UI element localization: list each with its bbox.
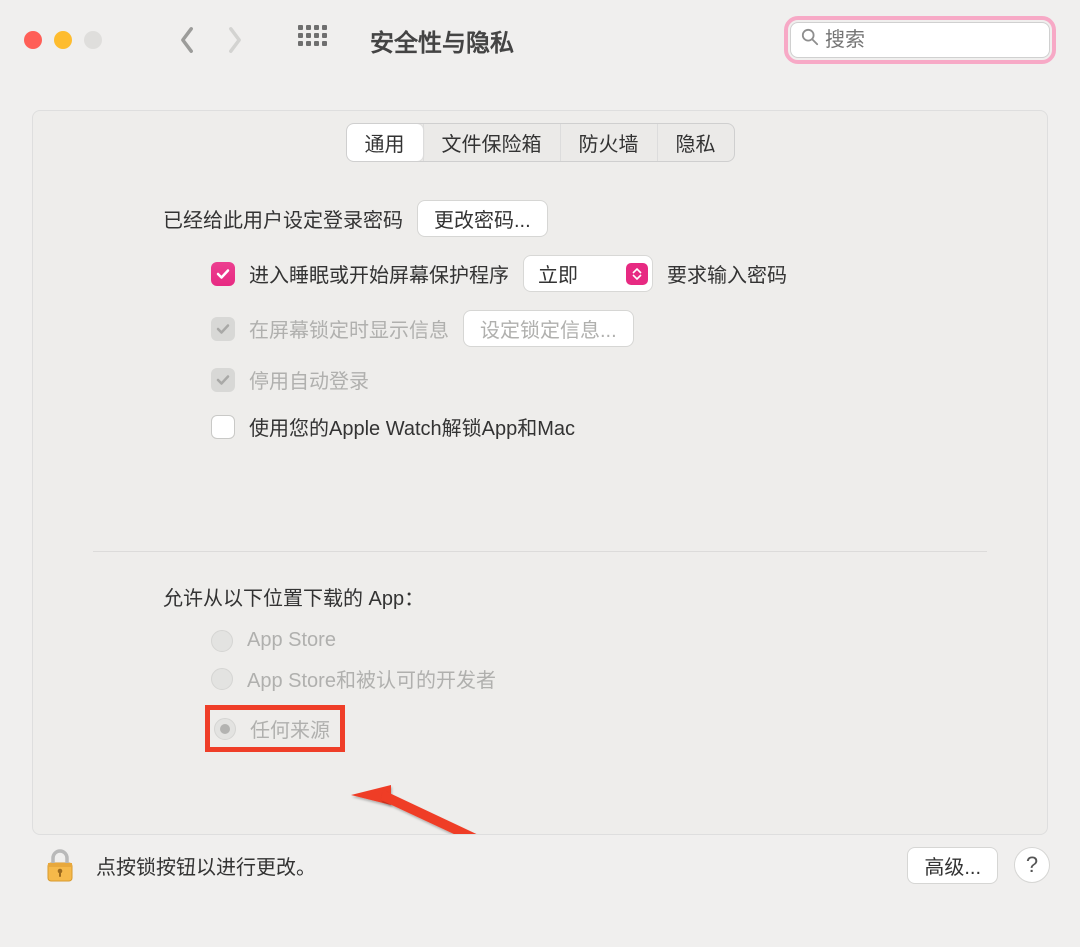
forward-button[interactable] [220, 25, 250, 55]
show-message-label: 在屏幕锁定时显示信息 [249, 314, 449, 343]
chevron-updown-icon [626, 263, 648, 285]
change-password-button[interactable]: 更改密码... [417, 200, 548, 237]
radio-anywhere-label: 任何来源 [250, 714, 330, 743]
password-set-label: 已经给此用户设定登录密码 [163, 204, 403, 233]
window-title: 安全性与隐私 [370, 23, 764, 58]
allow-apps-section: 允许从以下位置下载的 App： App Store App Store和被认可的… [33, 552, 1047, 752]
radio-app-store[interactable] [211, 630, 233, 652]
search-input[interactable] [825, 29, 1080, 52]
require-password-checkbox[interactable] [211, 262, 235, 286]
set-lock-message-button[interactable]: 设定锁定信息... [463, 310, 634, 347]
tab-general[interactable]: 通用 [347, 124, 423, 161]
advanced-button[interactable]: 高级... [907, 847, 998, 884]
lock-hint-label: 点按锁按钮以进行更改。 [96, 851, 316, 880]
allow-apps-radio-group: App Store App Store和被认可的开发者 任何来源 [163, 629, 1047, 752]
anywhere-highlight: 任何来源 [205, 705, 345, 752]
search-box[interactable] [790, 22, 1050, 58]
tab-privacy[interactable]: 隐私 [657, 124, 734, 161]
lock-icon[interactable] [40, 845, 80, 885]
tab-firewall[interactable]: 防火墙 [560, 124, 657, 161]
apple-watch-label: 使用您的Apple Watch解锁App和Mac [249, 412, 575, 441]
radio-app-store-label: App Store [247, 629, 336, 652]
back-button[interactable] [172, 25, 202, 55]
search-icon [801, 28, 819, 52]
toolbar: 安全性与隐私 [0, 0, 1080, 80]
radio-identified-developers[interactable] [211, 668, 233, 690]
window-controls [24, 31, 102, 49]
maximize-window-button[interactable] [84, 31, 102, 49]
nav-arrows [172, 25, 250, 55]
annotation-arrow [351, 785, 531, 835]
general-section: 已经给此用户设定登录密码 更改密码... 进入睡眠或开始屏幕保护程序 立即 要求… [33, 200, 1047, 441]
radio-identified-label: App Store和被认可的开发者 [247, 664, 496, 693]
disable-auto-login-label: 停用自动登录 [249, 365, 369, 394]
password-delay-value: 立即 [538, 259, 578, 288]
close-window-button[interactable] [24, 31, 42, 49]
show-all-prefs-button[interactable] [298, 25, 328, 55]
password-delay-select[interactable]: 立即 [523, 255, 653, 292]
radio-anywhere[interactable] [214, 718, 236, 740]
show-message-checkbox[interactable] [211, 317, 235, 341]
require-password-after-label: 要求输入密码 [667, 259, 787, 288]
search-highlight [784, 16, 1056, 64]
footer: 点按锁按钮以进行更改。 高级... ? [0, 835, 1080, 885]
apple-watch-checkbox[interactable] [211, 415, 235, 439]
require-password-label: 进入睡眠或开始屏幕保护程序 [249, 259, 509, 288]
allow-apps-heading: 允许从以下位置下载的 App： [163, 582, 1047, 611]
tab-filevault[interactable]: 文件保险箱 [423, 124, 560, 161]
disable-auto-login-checkbox[interactable] [211, 368, 235, 392]
minimize-window-button[interactable] [54, 31, 72, 49]
preferences-panel: 通用 文件保险箱 防火墙 隐私 已经给此用户设定登录密码 更改密码... 进入睡… [32, 110, 1048, 835]
tab-bar: 通用 文件保险箱 防火墙 隐私 [346, 123, 735, 162]
help-button[interactable]: ? [1014, 847, 1050, 883]
